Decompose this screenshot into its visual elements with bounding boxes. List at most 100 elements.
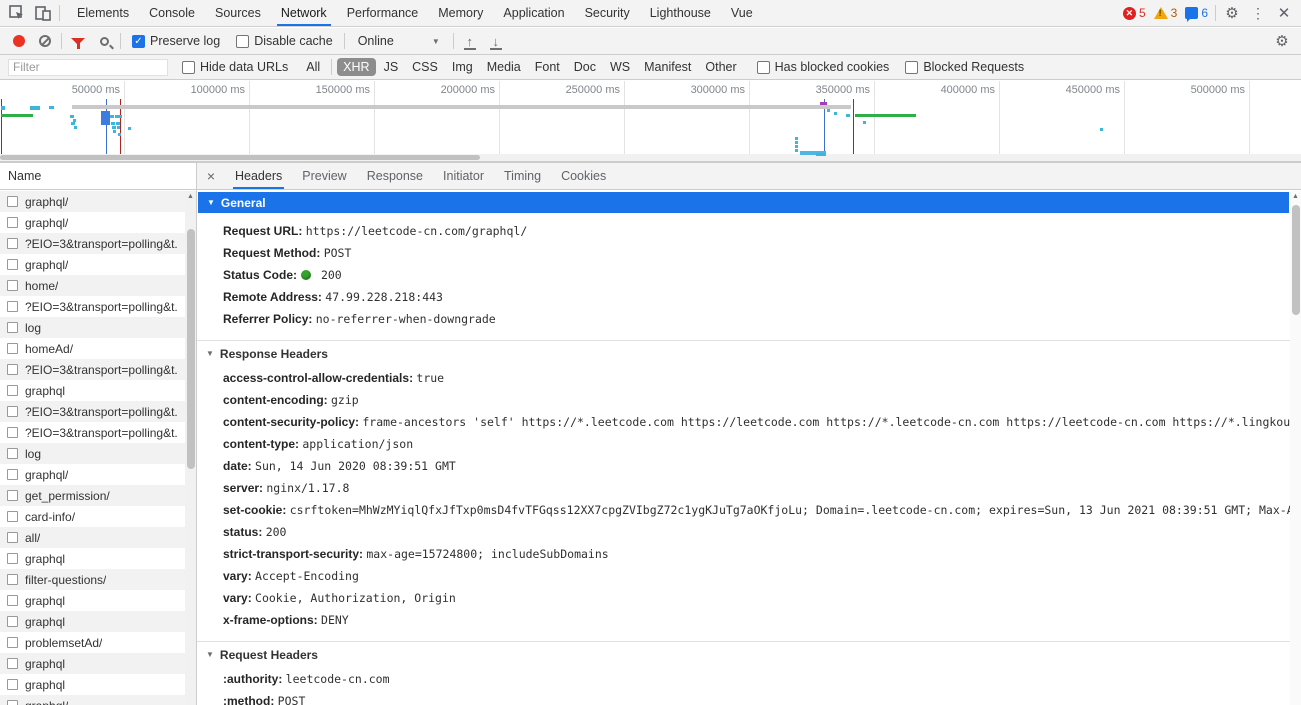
request-row[interactable]: problemsetAd/ bbox=[0, 632, 185, 653]
detail-tab-preview[interactable]: Preview bbox=[292, 163, 356, 189]
request-checkbox[interactable] bbox=[7, 196, 18, 207]
request-row[interactable]: graphql bbox=[0, 548, 185, 569]
filter-type-ws[interactable]: WS bbox=[604, 58, 636, 76]
filter-type-img[interactable]: Img bbox=[446, 58, 479, 76]
request-row[interactable]: graphql bbox=[0, 653, 185, 674]
tab-network[interactable]: Network bbox=[271, 0, 337, 26]
clear-network-log-icon[interactable] bbox=[32, 28, 58, 54]
import-har-icon[interactable]: ↑ bbox=[457, 28, 483, 54]
preserve-log-checkbox[interactable]: ✓ Preserve log bbox=[132, 34, 220, 48]
request-row[interactable]: filter-questions/ bbox=[0, 569, 185, 590]
request-checkbox[interactable] bbox=[7, 637, 18, 648]
filter-type-all[interactable]: All bbox=[300, 58, 326, 76]
export-har-icon[interactable]: ↓ bbox=[483, 28, 509, 54]
tab-performance[interactable]: Performance bbox=[337, 0, 429, 26]
tab-vue[interactable]: Vue bbox=[721, 0, 763, 26]
request-row[interactable]: home/ bbox=[0, 275, 185, 296]
detail-tab-cookies[interactable]: Cookies bbox=[551, 163, 616, 189]
request-row[interactable]: card-info/ bbox=[0, 506, 185, 527]
network-settings-gear-icon[interactable]: ⚙ bbox=[1269, 28, 1295, 54]
detail-tab-timing[interactable]: Timing bbox=[494, 163, 551, 189]
request-row[interactable]: graphql/ bbox=[0, 254, 185, 275]
filter-type-media[interactable]: Media bbox=[481, 58, 527, 76]
request-checkbox[interactable] bbox=[7, 490, 18, 501]
request-checkbox[interactable] bbox=[7, 259, 18, 270]
request-checkbox[interactable] bbox=[7, 700, 18, 705]
disable-cache-checkbox[interactable]: Disable cache bbox=[236, 34, 333, 48]
request-row[interactable]: graphql/ bbox=[0, 695, 185, 705]
request-checkbox[interactable] bbox=[7, 553, 18, 564]
request-checkbox[interactable] bbox=[7, 595, 18, 606]
message-badge[interactable]: 6 bbox=[1185, 6, 1208, 22]
request-checkbox[interactable] bbox=[7, 532, 18, 543]
error-badge[interactable]: ✕ 5 bbox=[1122, 6, 1146, 20]
section-header[interactable]: ▼ Response Headers bbox=[197, 343, 1290, 364]
request-row[interactable]: ?EIO=3&transport=polling&t. bbox=[0, 233, 185, 254]
request-checkbox[interactable] bbox=[7, 217, 18, 228]
detail-tab-response[interactable]: Response bbox=[357, 163, 433, 189]
filter-type-xhr[interactable]: XHR bbox=[337, 58, 376, 76]
request-row[interactable]: get_permission/ bbox=[0, 485, 185, 506]
scrollbar-thumb[interactable] bbox=[186, 229, 195, 469]
filter-type-manifest[interactable]: Manifest bbox=[638, 58, 697, 76]
request-list-scrollbar[interactable]: ▲ bbox=[185, 191, 196, 705]
filter-funnel-icon[interactable] bbox=[65, 28, 91, 54]
request-row[interactable]: graphql bbox=[0, 674, 185, 695]
name-column-header[interactable]: Name bbox=[0, 163, 196, 190]
scroll-up-icon[interactable]: ▲ bbox=[185, 191, 196, 202]
request-row[interactable]: ?EIO=3&transport=polling&t. bbox=[0, 401, 185, 422]
record-network-log-icon[interactable] bbox=[6, 28, 32, 54]
request-checkbox[interactable] bbox=[7, 385, 18, 396]
request-row[interactable]: graphql bbox=[0, 590, 185, 611]
tab-sources[interactable]: Sources bbox=[205, 0, 271, 26]
tab-application[interactable]: Application bbox=[493, 0, 574, 26]
detail-tab-initiator[interactable]: Initiator bbox=[433, 163, 494, 189]
filter-input[interactable] bbox=[8, 58, 168, 76]
request-row[interactable]: all/ bbox=[0, 527, 185, 548]
request-checkbox[interactable] bbox=[7, 427, 18, 438]
request-checkbox[interactable] bbox=[7, 679, 18, 690]
hide-data-urls-checkbox[interactable]: Hide data URLs bbox=[182, 60, 288, 74]
scrollbar-thumb[interactable] bbox=[0, 155, 480, 160]
request-checkbox[interactable] bbox=[7, 448, 18, 459]
request-row[interactable]: ?EIO=3&transport=polling&t. bbox=[0, 296, 185, 317]
warning-badge[interactable]: 3 bbox=[1153, 6, 1177, 20]
has-blocked-cookies-checkbox[interactable]: Has blocked cookies bbox=[756, 60, 889, 74]
filter-type-css[interactable]: CSS bbox=[406, 58, 444, 76]
close-detail-icon[interactable]: × bbox=[197, 168, 225, 184]
tab-elements[interactable]: Elements bbox=[67, 0, 139, 26]
request-row[interactable]: log bbox=[0, 443, 185, 464]
request-row[interactable]: log bbox=[0, 317, 185, 338]
request-checkbox[interactable] bbox=[7, 322, 18, 333]
request-checkbox[interactable] bbox=[7, 280, 18, 291]
more-options-icon[interactable]: ⋮ bbox=[1245, 0, 1271, 26]
filter-type-doc[interactable]: Doc bbox=[568, 58, 602, 76]
device-toolbar-icon[interactable] bbox=[30, 0, 56, 26]
timeline-horizontal-scrollbar[interactable] bbox=[0, 154, 1301, 161]
request-row[interactable]: graphql/ bbox=[0, 212, 185, 233]
filter-type-other[interactable]: Other bbox=[699, 58, 742, 76]
request-row[interactable]: ?EIO=3&transport=polling&t. bbox=[0, 359, 185, 380]
request-checkbox[interactable] bbox=[7, 511, 18, 522]
request-checkbox[interactable] bbox=[7, 301, 18, 312]
request-checkbox[interactable] bbox=[7, 469, 18, 480]
scroll-up-icon[interactable]: ▲ bbox=[1290, 191, 1301, 202]
request-row[interactable]: homeAd/ bbox=[0, 338, 185, 359]
throttling-dropdown[interactable]: Online ▼ bbox=[358, 34, 440, 48]
tab-lighthouse[interactable]: Lighthouse bbox=[640, 0, 721, 26]
scrollbar-thumb[interactable] bbox=[1291, 205, 1300, 315]
request-checkbox[interactable] bbox=[7, 364, 18, 375]
tab-security[interactable]: Security bbox=[575, 0, 640, 26]
network-overview-timeline[interactable]: 50000 ms 100000 ms 150000 ms 200000 ms 25000… bbox=[0, 81, 1301, 162]
request-checkbox[interactable] bbox=[7, 616, 18, 627]
inspect-element-icon[interactable] bbox=[4, 0, 30, 26]
request-row[interactable]: graphql bbox=[0, 380, 185, 401]
request-checkbox[interactable] bbox=[7, 238, 18, 249]
tab-console[interactable]: Console bbox=[139, 0, 205, 26]
section-header[interactable]: ▼ General bbox=[198, 192, 1289, 213]
close-devtools-icon[interactable]: ✕ bbox=[1271, 0, 1297, 26]
request-row[interactable]: ?EIO=3&transport=polling&t. bbox=[0, 422, 185, 443]
blocked-requests-checkbox[interactable]: Blocked Requests bbox=[905, 60, 1024, 74]
request-row[interactable]: graphql bbox=[0, 611, 185, 632]
request-checkbox[interactable] bbox=[7, 574, 18, 585]
